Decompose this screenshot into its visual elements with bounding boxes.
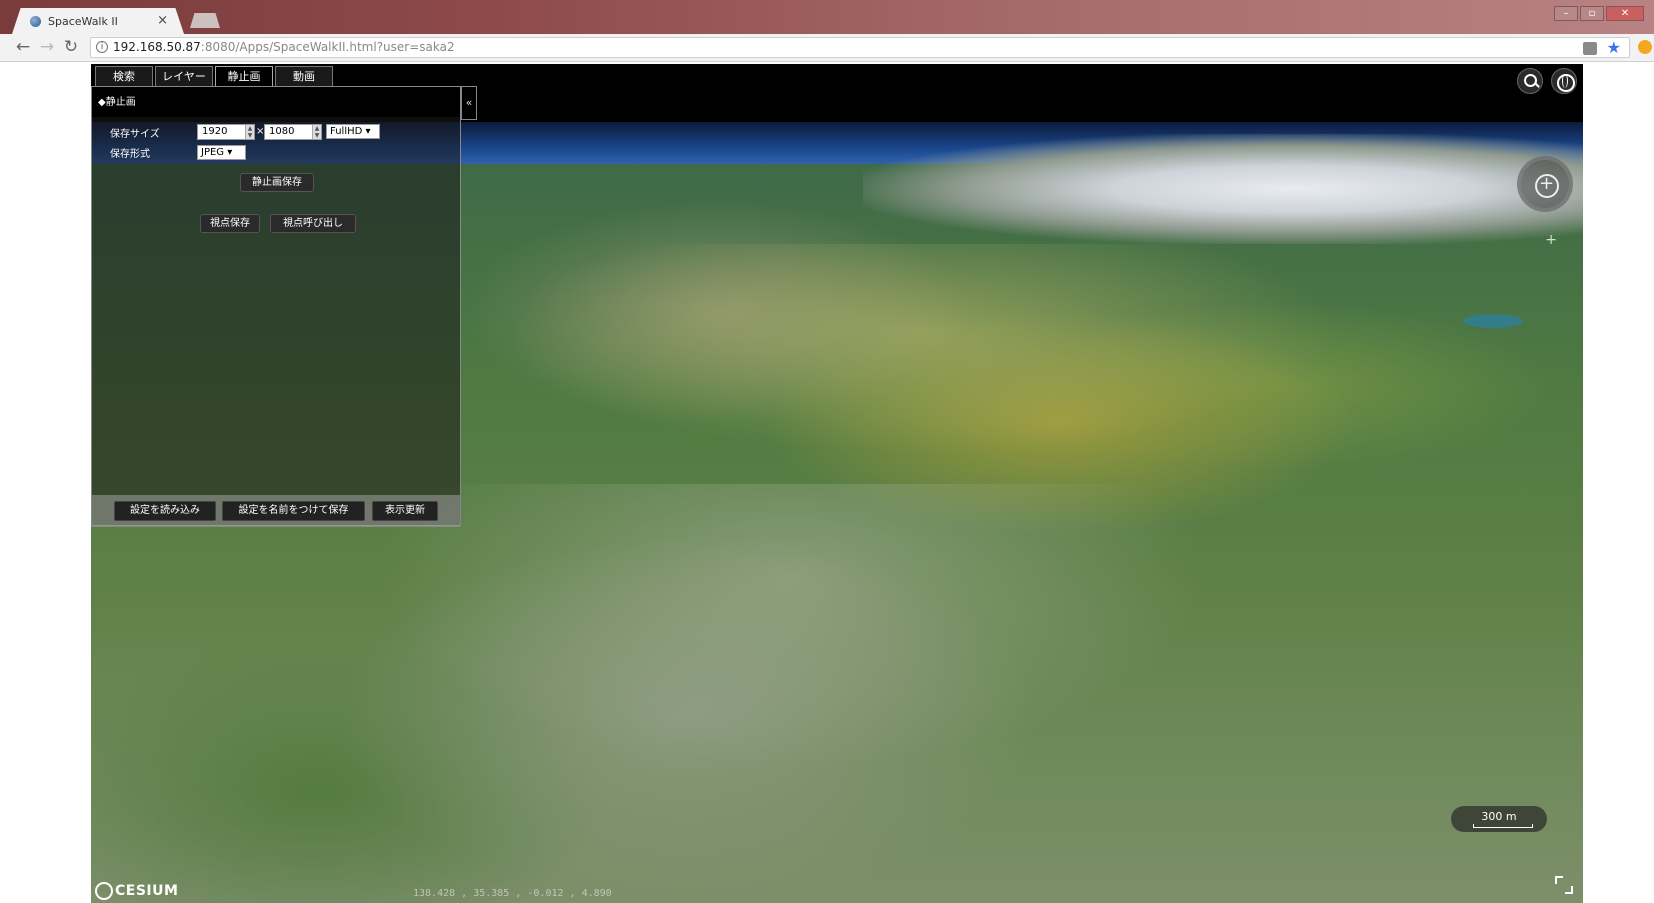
globe-icon[interactable] (1551, 68, 1577, 94)
tab-close-icon[interactable]: × (157, 13, 168, 28)
load-settings-button[interactable]: 設定を読み込み (114, 501, 216, 521)
bookmark-star-icon[interactable]: ★ (1607, 38, 1621, 57)
scale-label: 300 m (1481, 810, 1517, 823)
browser-tab-bar: SpaceWalk II × – ▫ ✕ (0, 0, 1654, 34)
reload-icon[interactable]: ↻ (60, 37, 82, 57)
refresh-display-button[interactable]: 表示更新 (372, 501, 438, 521)
still-image-panel: ◆静止画 保存サイズ 1920 ▲ ▼ × 1080 ▲ ▼ FullHD ▾ 保存… (91, 86, 461, 527)
compass-icon[interactable] (1517, 156, 1573, 212)
tab-search[interactable]: 検索 (95, 66, 153, 86)
zoom-in-icon[interactable]: + (1545, 232, 1557, 248)
url-host: 192.168.50.87 (113, 40, 201, 54)
cesium-logo-text: CESIUM (115, 883, 179, 899)
panel-title: ◆静止画 (98, 97, 136, 108)
width-input[interactable]: 1920 ▲ ▼ (197, 124, 255, 140)
save-settings-as-button[interactable]: 設定を名前をつけて保存 (222, 501, 365, 521)
save-image-button[interactable]: 静止画保存 (240, 173, 314, 192)
lake (1463, 314, 1523, 328)
panel-tabs: 検索 レイヤー 静止画 動画 (95, 66, 333, 86)
map-viewport[interactable]: 検索 レイヤー 静止画 動画 « ◆静止画 保存サイズ 1920 ▲ ▼ × 10… (91, 64, 1583, 903)
minimize-button[interactable]: – (1554, 6, 1578, 21)
ridge (471, 244, 1371, 464)
cesium-logo[interactable]: CESIUM (95, 882, 178, 900)
panel-footer: 設定を読み込み 設定を名前をつけて保存 表示更新 (92, 495, 460, 527)
height-value: 1080 (269, 126, 295, 137)
globe-favicon-icon (30, 15, 41, 27)
url-path: :8080/Apps/SpaceWalkII.html?user=saka2 (200, 40, 455, 54)
search-icon[interactable] (1517, 68, 1543, 94)
scale-line (1473, 824, 1533, 828)
save-size-label: 保存サイズ (110, 129, 160, 140)
cesium-mark-icon (95, 882, 113, 900)
fullscreen-icon[interactable] (1555, 876, 1573, 894)
window-controls: – ▫ ✕ (1554, 6, 1644, 21)
scale-bar: 300 m (1451, 806, 1547, 832)
height-input[interactable]: 1080 ▲ ▼ (264, 124, 322, 140)
forward-arrow-icon[interactable]: → (36, 37, 58, 57)
browser-tab[interactable]: SpaceWalk II × (12, 8, 184, 34)
height-stepper[interactable]: ▲ ▼ (312, 125, 321, 139)
tab-title: SpaceWalk II (48, 14, 118, 28)
format-label: 保存形式 (110, 149, 150, 160)
maximize-button[interactable]: ▫ (1580, 6, 1604, 21)
size-preset-select[interactable]: FullHD ▾ (326, 124, 380, 139)
panel-collapse-button[interactable]: « (461, 86, 477, 120)
save-view-button[interactable]: 視点保存 (200, 214, 260, 233)
url-input[interactable]: i 192.168.50.87:8080/Apps/SpaceWalkII.ht… (90, 37, 1630, 58)
width-value: 1920 (202, 126, 228, 137)
snow-peaks (863, 134, 1583, 244)
tab-layer[interactable]: レイヤー (155, 66, 213, 86)
extension-icon[interactable] (1638, 40, 1652, 54)
load-view-button[interactable]: 視点呼び出し (270, 214, 356, 233)
format-select[interactable]: JPEG ▾ (197, 145, 246, 160)
new-tab-button[interactable] (190, 13, 220, 28)
close-window-button[interactable]: ✕ (1606, 6, 1644, 21)
tab-video[interactable]: 動画 (275, 66, 333, 86)
back-arrow-icon[interactable]: ← (12, 37, 34, 57)
ridge (341, 484, 1241, 784)
address-bar: ← → ↻ i 192.168.50.87:8080/Apps/SpaceWal… (0, 34, 1654, 62)
translate-icon[interactable] (1583, 42, 1597, 55)
panel-header: ◆静止画 (92, 87, 460, 117)
width-stepper[interactable]: ▲ ▼ (245, 125, 254, 139)
coordinate-readout: 138.428 , 35.385 , -0.012 , 4.890 (413, 888, 612, 899)
tab-still-image[interactable]: 静止画 (215, 66, 273, 86)
info-icon[interactable]: i (96, 41, 108, 53)
